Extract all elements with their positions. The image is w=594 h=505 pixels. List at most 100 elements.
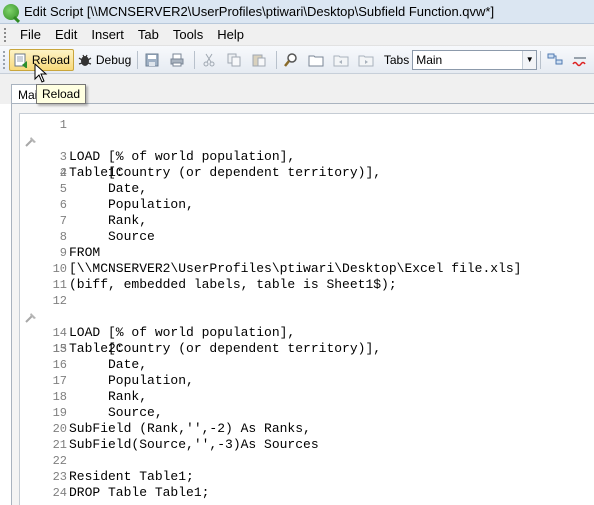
tabs-dropdown[interactable]: Main ▼ [412,49,538,70]
code-line: 15 [Country (or dependent territory)], [20,341,594,357]
code-line: 18 Rank, [20,389,594,405]
code-text: Source, [69,405,163,420]
syntax-check-button[interactable] [569,49,594,71]
reload-tooltip: Reload [36,84,87,104]
menu-tools[interactable]: Tools [166,24,210,46]
line-number: 22 [52,454,67,468]
line-number: 21 [52,438,67,452]
menu-file[interactable]: File [13,24,48,46]
code-line: 16 Date, [20,357,594,373]
tabs-selected-value: Main [416,52,443,67]
code-text: Date, [69,357,148,372]
tabs-label: Tabs [383,52,410,67]
code-text: SubField(Source,'',-3)As Sources [69,437,319,452]
code-text: FROM [69,245,101,260]
scissors-icon [201,52,217,68]
code-text: Date, [69,181,148,196]
line-number: 18 [52,390,67,404]
code-line: 23 Resident Table1; [20,469,594,485]
line-number: 4 [59,166,67,180]
menu-grip [4,27,7,42]
code-text: DROP Table Table1; [69,485,210,500]
debug-label: Debug [95,52,132,67]
code-text: Resident Table1; [69,469,194,484]
code-line: 12 [20,293,594,309]
menu-help[interactable]: Help [210,24,251,46]
tab-right-icon [358,52,374,68]
code-line: 14 LOAD [% of world population], [20,325,594,341]
bug-icon [77,52,93,68]
copy-icon [226,52,242,68]
line-number: 6 [59,198,67,212]
copy-button[interactable] [223,49,248,71]
paste-button[interactable] [248,49,273,71]
code-line: 4 [Country (or dependent territory)], [20,165,594,181]
menu-tab[interactable]: Tab [131,24,166,46]
code-text: Rank, [69,389,148,404]
toolbar-separator [540,50,542,69]
toolbar-separator [194,50,195,69]
line-number: 11 [52,278,67,292]
code-line: 5 Date, [20,181,594,197]
code-line: 21 SubField(Source,'',-3)As Sources [20,437,594,453]
folder-icon [308,52,324,68]
code-line: 3 LOAD [% of world population], [20,149,594,165]
code-text: [\\MCNSERVER2\UserProfiles\ptiwari\Deskt… [69,261,522,276]
chevron-down-icon[interactable]: ▼ [522,50,537,69]
code-text: Source [69,229,155,244]
printer-icon [169,52,185,68]
menu-edit[interactable]: Edit [48,24,84,46]
code-line: 11 (biff, embedded labels, table is Sheet… [20,277,594,293]
debug-button[interactable]: Debug [74,49,134,71]
print-button[interactable] [166,49,191,71]
code-line: 24 DROP Table Table1; [20,485,594,501]
paste-icon [251,52,267,68]
line-number: 3 [59,150,67,164]
code-text: LOAD [% of world population], [69,325,296,340]
line-number: 15 [52,342,67,356]
tab-left-icon [333,52,349,68]
code-text: Population, [69,373,194,388]
cut-button[interactable] [198,49,223,71]
code-line: 10 [\\MCNSERVER2\UserProfiles\ptiwari\Des… [20,261,594,277]
mouse-cursor-icon [34,63,48,83]
line-number: 17 [52,374,67,388]
script-editor[interactable]: 1 2 Table1: 3 LOAD [% of world population]… [19,113,594,505]
code-text: Population, [69,197,194,212]
new-tab-button[interactable] [305,49,330,71]
qlikview-app-icon [3,3,19,20]
line-number: 7 [59,214,67,228]
table-viewer-icon [547,52,563,68]
save-button[interactable] [141,49,166,71]
line-number: 14 [52,326,67,340]
code-line: 22 [20,453,594,469]
line-number: 5 [59,182,67,196]
save-icon [144,52,160,68]
toolbar-separator [137,50,139,69]
line-number: 10 [52,262,67,276]
code-line: 1 [20,117,594,133]
pin-icon [25,137,36,147]
toolbar: Reload Debug Tabs Main ▼ [0,46,594,74]
search-icon [283,52,299,68]
line-number: 8 [59,230,67,244]
code-line: 9 FROM [20,245,594,261]
code-text: (biff, embedded labels, table is Sheet1$… [69,277,397,292]
table-viewer-button[interactable] [544,49,569,71]
menu-insert[interactable]: Insert [84,24,131,46]
code-text: [Country (or dependent territory)], [69,165,382,180]
line-number: 1 [59,118,67,132]
code-text: [Country (or dependent territory)], [69,341,382,356]
line-number: 12 [52,294,67,308]
demote-tab-button[interactable] [355,49,380,71]
line-number: 19 [52,406,67,420]
code-line: 7 Rank, [20,213,594,229]
window-title: Edit Script [\\MCNSERVER2\UserProfiles\p… [24,4,495,19]
code-line: 13 Table2: [20,309,594,356]
line-number: 23 [52,470,67,484]
code-line: 8 Source [20,229,594,245]
promote-tab-button[interactable] [330,49,355,71]
reload-icon [13,52,29,68]
line-number: 16 [52,358,67,372]
find-button[interactable] [280,49,305,71]
